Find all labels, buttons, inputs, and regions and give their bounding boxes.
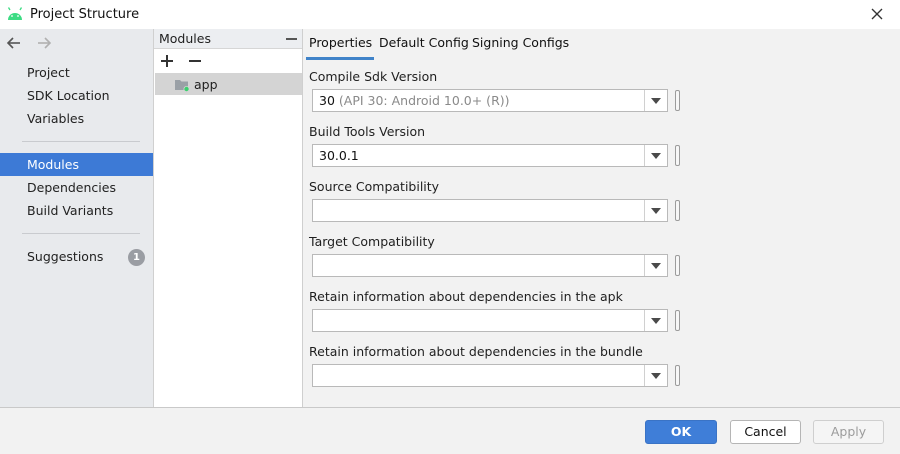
tab-properties[interactable]: Properties	[309, 35, 372, 50]
build-tools-version-label: Build Tools Version	[309, 124, 426, 139]
selected-tab-indicator	[306, 57, 374, 60]
sidebar-item-suggestions[interactable]: Suggestions 1	[0, 245, 153, 268]
suggestions-count-badge: 1	[128, 249, 145, 266]
chevron-down-icon[interactable]	[651, 318, 661, 324]
retain-deps-bundle-combo[interactable]	[312, 364, 668, 387]
compile-sdk-version-combo[interactable]: 30 (API 30: Android 10.0+ (R))	[312, 89, 668, 112]
sidebar-item-sdk-location[interactable]: SDK Location	[0, 84, 153, 107]
modules-panel: Modules app	[153, 29, 303, 407]
tab-signing-configs[interactable]: Signing Configs	[472, 35, 569, 50]
properties-tabs: Properties Default Config Signing Config…	[304, 29, 900, 60]
tab-default-config[interactable]: Default Config	[379, 35, 469, 50]
sidebar-item-build-variants[interactable]: Build Variants	[0, 199, 153, 222]
combo-value: 30	[319, 93, 335, 108]
build-tools-version-combo[interactable]: 30.0.1	[312, 144, 668, 167]
collapse-icon[interactable]	[286, 38, 297, 40]
chevron-down-icon[interactable]	[651, 373, 661, 379]
compile-sdk-version-label: Compile Sdk Version	[309, 69, 438, 84]
retain-deps-apk-label: Retain information about dependencies in…	[309, 289, 623, 304]
ok-button[interactable]: OK	[645, 420, 717, 444]
sidebar-item-variables[interactable]: Variables	[0, 107, 153, 130]
sidebar: Project SDK Location Variables Modules D…	[0, 29, 153, 407]
sidebar-item-dependencies[interactable]: Dependencies	[0, 176, 153, 199]
chevron-down-icon[interactable]	[651, 208, 661, 214]
source-compatibility-combo[interactable]	[312, 199, 668, 222]
combo-value: 30.0.1	[319, 148, 359, 163]
sidebar-item-label: Suggestions	[27, 249, 104, 264]
android-icon	[7, 7, 23, 20]
resize-handle[interactable]	[675, 145, 680, 166]
sidebar-item-modules[interactable]: Modules	[0, 153, 153, 176]
arrow-right-icon[interactable]	[36, 36, 52, 50]
plus-icon[interactable]	[160, 54, 174, 68]
properties-panel: Properties Default Config Signing Config…	[304, 29, 900, 407]
source-compatibility-label: Source Compatibility	[309, 179, 440, 194]
combo-hint: (API 30: Android 10.0+ (R))	[338, 93, 510, 108]
module-name: app	[194, 77, 218, 92]
sidebar-item-project[interactable]: Project	[0, 61, 153, 84]
sidebar-divider	[22, 233, 140, 234]
dialog-footer: OK Cancel Apply	[0, 407, 900, 454]
sidebar-group-suggestions: Suggestions 1	[0, 245, 153, 268]
sidebar-group-project: Project SDK Location Variables	[0, 61, 153, 130]
cancel-button[interactable]: Cancel	[730, 420, 801, 444]
minus-icon[interactable]	[188, 54, 202, 68]
chevron-down-icon[interactable]	[651, 263, 661, 269]
sidebar-group-modules: Modules Dependencies Build Variants	[0, 153, 153, 222]
title-bar: Project Structure	[0, 0, 900, 29]
target-compatibility-label: Target Compatibility	[309, 234, 435, 249]
retain-deps-bundle-label: Retain information about dependencies in…	[309, 344, 643, 359]
chevron-down-icon[interactable]	[651, 98, 661, 104]
close-icon[interactable]	[868, 5, 886, 23]
modules-header: Modules	[154, 29, 302, 49]
apply-button[interactable]: Apply	[813, 420, 884, 444]
chevron-down-icon[interactable]	[651, 153, 661, 159]
retain-deps-apk-combo[interactable]	[312, 309, 668, 332]
resize-handle[interactable]	[675, 90, 680, 111]
sidebar-divider	[22, 141, 140, 142]
modules-header-label: Modules	[159, 31, 211, 46]
modules-toolbar	[160, 54, 212, 70]
resize-handle[interactable]	[675, 365, 680, 386]
module-list-item[interactable]: app	[155, 73, 302, 95]
module-folder-icon	[175, 80, 190, 92]
resize-handle[interactable]	[675, 310, 680, 331]
resize-handle[interactable]	[675, 200, 680, 221]
arrow-left-icon[interactable]	[6, 36, 22, 50]
nav-arrows	[6, 34, 52, 52]
window-title: Project Structure	[30, 7, 140, 22]
target-compatibility-combo[interactable]	[312, 254, 668, 277]
resize-handle[interactable]	[675, 255, 680, 276]
